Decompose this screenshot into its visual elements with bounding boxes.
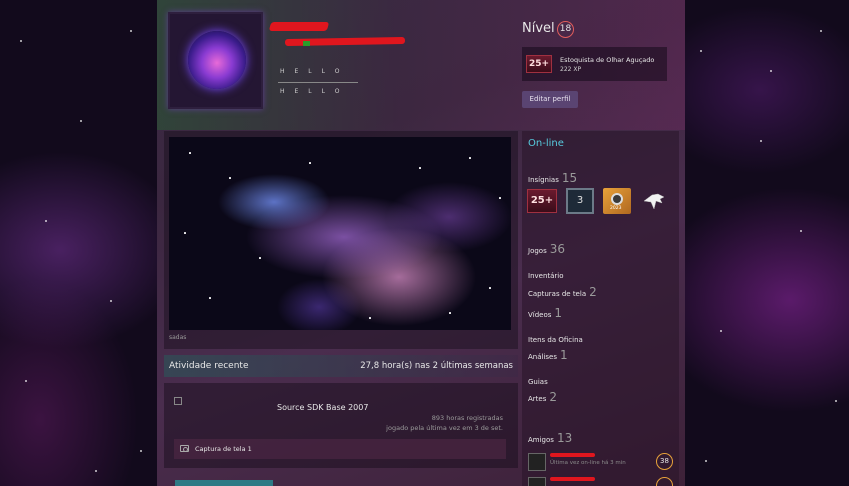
screenshots-link[interactable]: Captura de tela 1 (174, 439, 506, 459)
sidebar-item-label: Insígnias (528, 176, 559, 184)
summary-line-1: HELLO (280, 68, 350, 75)
steam-logo-icon (611, 193, 623, 205)
sidebar-item-label: Jogos (528, 247, 547, 255)
favorite-badge-xp: 222 XP (560, 66, 582, 73)
sidebar-item-count: 36 (549, 242, 566, 256)
sidebar-item-workshop[interactable]: Itens da Oficina (528, 331, 586, 345)
sidebar-item-badges[interactable]: Insígnias 15 (528, 171, 577, 185)
sidebar-item-inventory[interactable]: Inventário (528, 267, 567, 281)
game-capsule-image[interactable] (174, 397, 182, 405)
sidebar-item-screenshots[interactable]: Capturas de tela 2 (528, 285, 597, 299)
sidebar-item-count: 2 (589, 285, 597, 299)
game-hours-played: 893 horas registradas (431, 414, 503, 422)
sidebar-item-friends[interactable]: Amigos 13 (528, 431, 572, 445)
sidebar-item-reviews[interactable]: Análises 1 (528, 348, 568, 362)
online-status: On-line (528, 138, 564, 149)
friend-avatar (528, 477, 546, 486)
badge-year: 2023 (610, 206, 622, 211)
recent-game: Source SDK Base 2007 893 horas registrad… (164, 383, 518, 468)
summary-divider (278, 82, 358, 83)
sidebar-item-count: 15 (561, 171, 578, 185)
game-last-played: jogado pela última vez em 3 de set. (386, 424, 503, 432)
sidebar-item-artwork[interactable]: Artes 2 (528, 390, 557, 404)
sidebar-item-label: Inventário (528, 272, 564, 280)
showcase-caption: sadas (169, 334, 187, 341)
sidebar-item-label: Itens da Oficina (528, 336, 583, 344)
showcase-image[interactable] (169, 137, 511, 330)
sidebar-item-count: 2 (549, 390, 558, 404)
sidebar-item-label: Capturas de tela (528, 290, 587, 298)
sidebar-item-label: Artes (528, 395, 547, 403)
game-name[interactable]: Source SDK Base 2007 (277, 403, 368, 412)
sidebar-item-count: 13 (556, 431, 573, 445)
sidebar-item-games[interactable]: Jogos 36 (528, 242, 565, 256)
eagle-badge-icon[interactable] (642, 191, 666, 213)
friend-level-badge (656, 477, 673, 486)
friend-name-redaction (550, 477, 595, 481)
screenshots-link-label: Captura de tela 1 (195, 445, 252, 453)
edit-profile-button[interactable]: Editar perfil (522, 91, 578, 108)
sidebar-item-label: Guias (528, 378, 548, 386)
recent-activity-header: Atividade recente 27,8 hora(s) nas 2 últ… (164, 355, 518, 377)
profile-sidebar: On-line Insígnias 15 25+ 3 2023 Jogos 36 I… (522, 131, 679, 486)
friend-item[interactable]: Última vez on-line há 3 min 38 (528, 453, 673, 471)
sidebar-item-count: 1 (560, 348, 568, 362)
steam-years-badge-icon[interactable]: 2023 (603, 188, 631, 214)
friend-status: Última vez on-line há 3 min (550, 460, 626, 466)
country-flag-icon (303, 41, 310, 46)
next-game-capsule[interactable] (175, 480, 273, 486)
sidebar-item-label: Vídeos (528, 311, 552, 319)
recent-activity-hours: 27,8 hora(s) nas 2 últimas semanas (360, 361, 513, 371)
sidebar-item-videos[interactable]: Vídeos 1 (528, 306, 562, 320)
favorite-badge-name: Estoquista de Olhar Aguçado (560, 56, 655, 64)
avatar[interactable] (168, 12, 263, 109)
friend-name-redaction (550, 453, 595, 457)
sidebar-item-guides[interactable]: Guias (528, 373, 551, 387)
friend-item[interactable] (528, 477, 673, 486)
friend-level-badge: 38 (656, 453, 673, 470)
25plus-badge-icon: 25+ (526, 55, 552, 73)
25plus-badge-icon[interactable]: 25+ (527, 189, 557, 213)
sidebar-item-label: Análises (528, 353, 558, 361)
summary-line-2: HELLO (280, 88, 350, 95)
level-label: Nível (522, 21, 555, 36)
friend-avatar (528, 453, 546, 471)
camera-icon (180, 445, 189, 452)
recent-activity-title: Atividade recente (169, 361, 249, 371)
favorite-badge[interactable]: 25+ Estoquista de Olhar Aguçado 222 XP (522, 47, 667, 81)
eagle-icon (643, 193, 665, 210)
sidebar-item-label: Amigos (528, 436, 554, 444)
username-redaction (268, 22, 330, 31)
profile-page: HELLO HELLO Nível 18 25+ Estoquista de O… (157, 0, 685, 486)
level-3-badge-icon[interactable]: 3 (566, 188, 594, 214)
artwork-showcase (164, 131, 518, 349)
sidebar-item-count: 1 (554, 306, 563, 320)
level-badge[interactable]: 18 (557, 21, 574, 38)
avatar-image (188, 31, 246, 89)
